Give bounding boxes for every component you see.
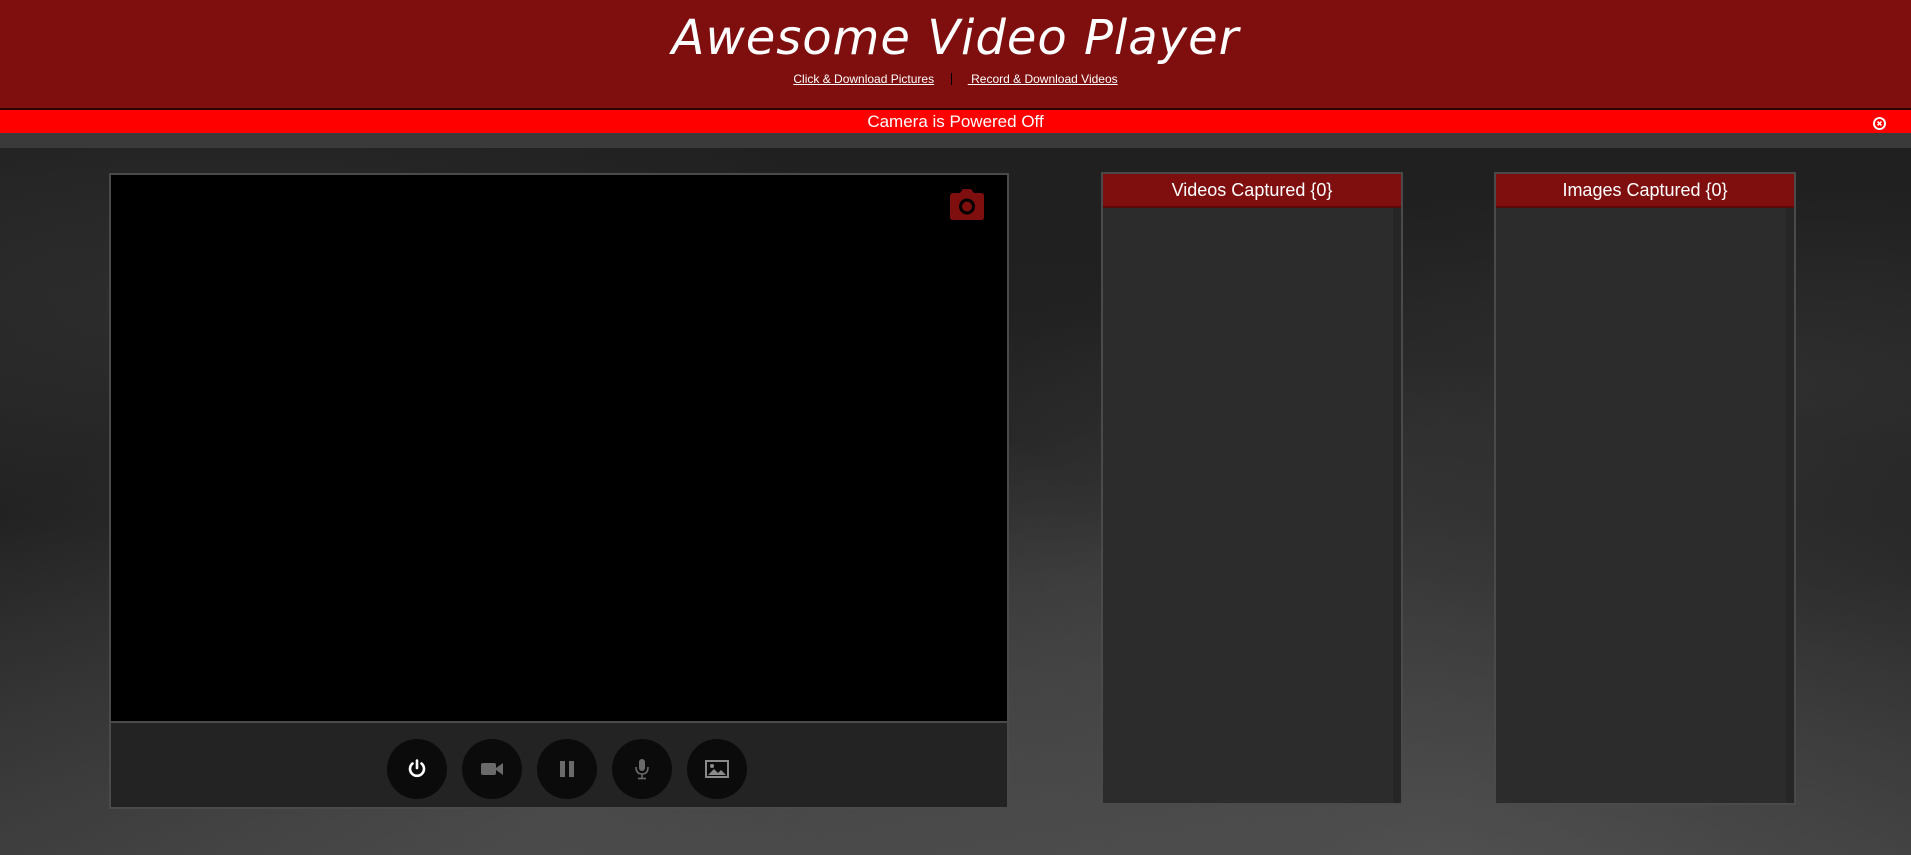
videos-scrollbar[interactable]: [1393, 208, 1401, 803]
app-header: Awesome Video Player Click & Download Pi…: [0, 0, 1911, 110]
pause-icon: [560, 761, 574, 777]
gallery-button[interactable]: [687, 739, 747, 799]
video-screen: [111, 175, 1007, 723]
page: Awesome Video Player Click & Download Pi…: [0, 0, 1911, 855]
header-nav: Click & Download Pictures Record & Downl…: [0, 72, 1911, 86]
player-controls: [111, 723, 1007, 807]
camera-icon[interactable]: [949, 189, 985, 221]
microphone-icon: [635, 759, 649, 780]
video-player: [109, 173, 1009, 809]
close-circle-icon[interactable]: [1872, 114, 1887, 130]
videos-captured-title: Videos Captured {0}: [1103, 174, 1401, 208]
power-icon: [408, 759, 426, 778]
images-scrollbar[interactable]: [1786, 208, 1794, 803]
video-camera-icon: [481, 763, 503, 775]
sub-bar: [0, 133, 1911, 148]
mic-button[interactable]: [612, 739, 672, 799]
nav-divider: [951, 73, 953, 85]
images-captured-title: Images Captured {0}: [1496, 174, 1794, 208]
alert-message: Camera is Powered Off: [867, 112, 1044, 131]
videos-link[interactable]: Record & Download Videos: [968, 72, 1118, 86]
app-title: Awesome Video Player: [671, 10, 1240, 66]
record-button[interactable]: [462, 739, 522, 799]
camera-status-alert: Camera is Powered Off: [0, 110, 1911, 133]
images-captured-panel: Images Captured {0}: [1494, 172, 1796, 805]
image-icon: [705, 760, 729, 778]
videos-captured-panel: Videos Captured {0}: [1101, 172, 1403, 805]
power-button[interactable]: [387, 739, 447, 799]
pictures-link[interactable]: Click & Download Pictures: [793, 72, 934, 86]
pause-button[interactable]: [537, 739, 597, 799]
